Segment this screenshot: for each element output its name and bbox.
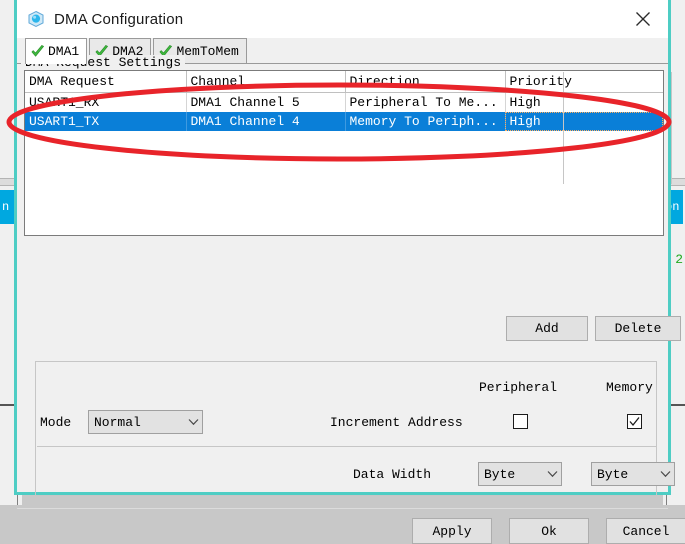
table-row[interactable]: USART1_RX DMA1 Channel 5 Peripheral To M… [25,92,663,112]
peripheral-column-header: Peripheral [479,380,558,395]
close-icon [636,12,650,26]
chevron-down-icon [543,470,561,478]
dma-request-table-panel[interactable]: DMA Request Channel Direction Priority U… [24,70,664,236]
memory-column-header: Memory [606,380,653,395]
tab-memtomem-label: MemToMem [176,43,239,59]
dma-configuration-dialog: DMA Configuration DMA1 DMA2 MemToMem DMA… [14,0,685,544]
settings-row-divider [37,446,657,447]
mode-select-value: Normal [94,414,141,430]
cell-channel: DMA1 Channel 5 [186,92,346,112]
footer-separator [17,508,668,509]
page-title: DMA Configuration [54,10,184,28]
settings-column-divider-2 [671,72,672,184]
checkmark-icon [629,417,640,427]
peripheral-data-width-value: Byte [484,466,516,482]
mode-select[interactable]: Normal [88,410,203,434]
table-empty-area[interactable] [25,131,663,231]
dma-cube-icon [28,10,44,28]
cell-dma-request: USART1_RX [25,92,187,112]
memory-increment-address-checkbox[interactable] [627,414,642,429]
dialog-title-bar: DMA Configuration [17,0,668,38]
table-row[interactable]: USART1_TX DMA1 Channel 4 Memory To Perip… [25,112,663,131]
memory-data-width-value: Byte [597,466,629,482]
add-button[interactable]: Add [506,316,588,341]
chevron-down-icon [184,418,202,426]
cell-direction: Peripheral To Me... [345,92,506,112]
cell-priority: High [505,112,663,131]
cell-direction: Memory To Periph... [345,112,506,131]
delete-button[interactable]: Delete [595,316,681,341]
peripheral-data-width-select[interactable]: Byte [478,462,562,486]
settings-column-divider-1 [563,72,564,184]
close-button[interactable] [626,5,660,33]
cell-priority: High [509,95,541,110]
peripheral-increment-address-checkbox[interactable] [513,414,528,429]
memory-data-width-select[interactable]: Byte [591,462,675,486]
data-width-label: Data Width [353,467,432,482]
column-header-direction[interactable]: Direction [345,71,506,93]
dma-request-table: DMA Request Channel Direction Priority U… [25,71,663,131]
column-header-channel[interactable]: Channel [186,71,346,93]
background-number-label: 2 [675,252,683,267]
column-header-priority[interactable]: Priority [505,71,663,93]
apply-button[interactable]: Apply [412,518,492,544]
green-check-icon [31,44,45,57]
cell-dma-request: USART1_TX [25,112,187,131]
mode-label: Mode [40,415,72,430]
cancel-button[interactable]: Cancel [606,518,685,544]
increment-address-label: Increment Address [330,415,463,430]
tab-dma1-label: DMA1 [48,44,80,59]
dialog-body: DMA Request Channel Direction Priority U… [17,55,685,544]
ok-button[interactable]: Ok [509,518,589,544]
cell-channel: DMA1 Channel 4 [186,112,346,131]
column-header-dma-request[interactable]: DMA Request [25,71,187,93]
table-header-row: DMA Request Channel Direction Priority [25,71,663,93]
tab-dma1[interactable]: DMA1 [25,38,88,64]
chevron-down-icon [656,470,674,478]
